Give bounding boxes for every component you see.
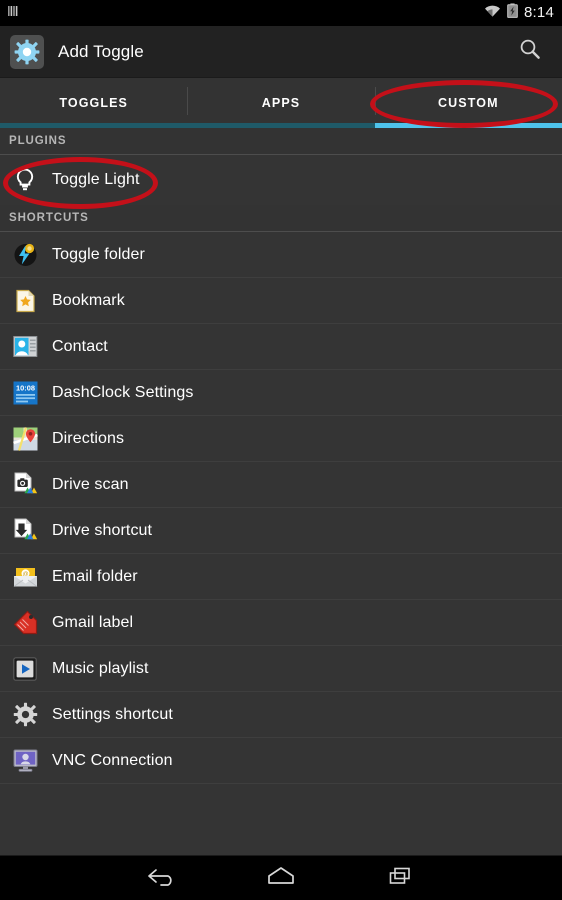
list-item-label: DashClock Settings [52,383,194,401]
list-item[interactable]: 10:08 DashClock Settings [0,370,562,416]
section-header-shortcuts-label: SHORTCUTS [9,212,89,224]
list-item[interactable]: VNC Connection [0,738,562,784]
list-item[interactable]: Directions [0,416,562,462]
settings-gear-icon [12,702,38,728]
tab-custom[interactable]: CUSTOM [375,78,562,128]
list-item[interactable]: Contact [0,324,562,370]
list-item-label: Drive shortcut [52,521,153,539]
list-item[interactable]: @ Email folder [0,554,562,600]
status-bar-left [6,4,20,23]
status-bar: 8:14 [0,0,562,26]
tab-toggles-label: TOGGLES [59,96,128,110]
wifi-icon [484,4,501,23]
list-item-label: Toggle folder [52,245,145,263]
android-screen: 8:14 Add Toggle TOGGLES APPS CUSTOM PLUG… [0,0,562,900]
back-icon [144,865,178,892]
nav-back-button[interactable] [101,856,221,900]
list-item[interactable]: Toggle folder [0,232,562,278]
status-bar-clock: 8:14 [524,4,554,21]
list-item-label: Bookmark [52,291,125,309]
list-item[interactable]: Settings shortcut [0,692,562,738]
nav-recents-button[interactable] [341,856,461,900]
tab-custom-label: CUSTOM [438,96,499,110]
list-item[interactable]: Bookmark [0,278,562,324]
list-item-label: Contact [52,337,108,355]
lightbulb-icon [12,167,38,193]
search-button[interactable] [510,32,550,72]
tab-divider-2 [375,87,376,115]
tab-divider-1 [187,87,188,115]
tab-apps[interactable]: APPS [187,78,374,128]
dashclock-icon-time: 10:08 [16,383,35,392]
navigation-bar [0,855,562,900]
bookmark-star-icon [12,288,38,314]
list-item[interactable]: Toggle Light [0,155,562,205]
list-item-label: Music playlist [52,659,149,677]
list-empty-space [0,784,562,855]
recents-icon [386,865,416,892]
list-item[interactable]: Drive shortcut [0,508,562,554]
list-item[interactable]: Drive scan [0,462,562,508]
drive-scan-icon [12,472,38,498]
email-folder-icon: @ [12,564,38,590]
home-icon [265,865,297,892]
page-title: Add Toggle [58,41,144,61]
vnc-monitor-icon [12,748,38,774]
list-item-label: Email folder [52,567,138,585]
tab-apps-label: APPS [261,96,301,110]
nav-home-button[interactable] [221,856,341,900]
contact-card-icon [12,334,38,360]
search-icon [519,38,541,65]
gmail-label-icon [12,610,38,636]
tab-bar: TOGGLES APPS CUSTOM [0,78,562,128]
music-play-icon [12,656,38,682]
tab-toggles[interactable]: TOGGLES [0,78,187,128]
toggle-folder-icon [12,242,38,268]
list-item[interactable]: Gmail label [0,600,562,646]
drive-shortcut-icon [12,518,38,544]
list-item-label: Toggle Light [52,171,140,188]
dashclock-icon: 10:08 [12,380,38,406]
section-header-plugins: PLUGINS [0,128,562,155]
section-header-shortcuts: SHORTCUTS [0,205,562,232]
list-item-label: Drive scan [52,475,129,493]
maps-directions-icon [12,426,38,452]
section-header-plugins-label: PLUGINS [9,135,67,147]
list-item-label: Gmail label [52,613,134,631]
action-bar: Add Toggle [0,26,562,78]
list-item-label: VNC Connection [52,751,173,769]
list-item-label: Directions [52,429,125,447]
signal-bars-icon [6,4,20,23]
status-bar-right: 8:14 [484,3,554,23]
battery-charging-icon [507,3,518,23]
list-item[interactable]: Music playlist [0,646,562,692]
shortcut-list[interactable]: PLUGINS Toggle Light SHORTCUTS Toggle fo… [0,128,562,855]
app-gear-icon[interactable] [10,34,44,69]
list-item-label: Settings shortcut [52,705,173,723]
